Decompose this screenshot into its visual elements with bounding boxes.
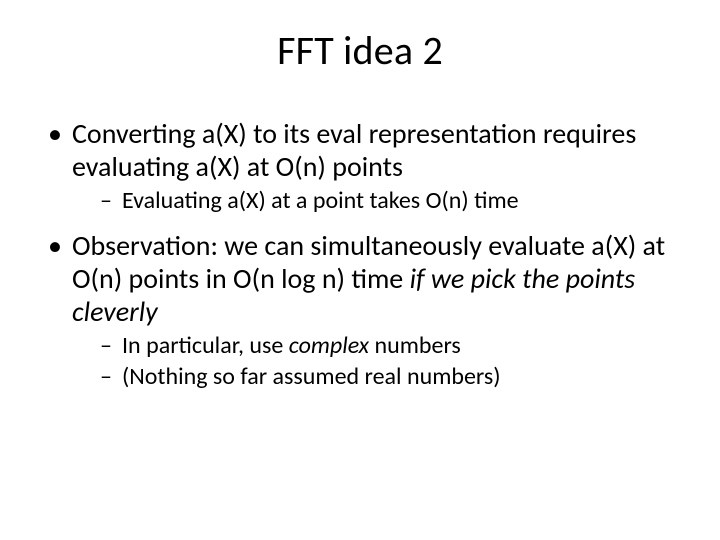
bullet-list: Converting a(X) to its eval representati…: [0, 117, 720, 391]
bullet-2-sub-1: In particular, use complex numbers: [100, 332, 676, 360]
bullet-2-sub-1-b-italic: complex: [289, 331, 369, 360]
bullet-2: Observation: we can simultaneously evalu…: [44, 229, 676, 391]
bullet-2-sublist: In particular, use complex numbers (Noth…: [72, 332, 676, 391]
slide: FFT idea 2 Converting a(X) to its eval r…: [0, 0, 720, 540]
bullet-1: Converting a(X) to its eval representati…: [44, 117, 676, 215]
bullet-1-text: Converting a(X) to its eval representati…: [72, 116, 636, 184]
bullet-2-sub-2: (Nothing so far assumed real numbers): [100, 363, 676, 391]
bullet-2-sub-1-a: In particular, use: [122, 331, 289, 360]
bullet-1-sublist: Evaluating a(X) at a point takes O(n) ti…: [72, 187, 676, 215]
bullet-1-sub-1: Evaluating a(X) at a point takes O(n) ti…: [100, 187, 676, 215]
bullet-2-sub-1-c: numbers: [369, 331, 461, 360]
slide-title: FFT idea 2: [0, 26, 720, 75]
